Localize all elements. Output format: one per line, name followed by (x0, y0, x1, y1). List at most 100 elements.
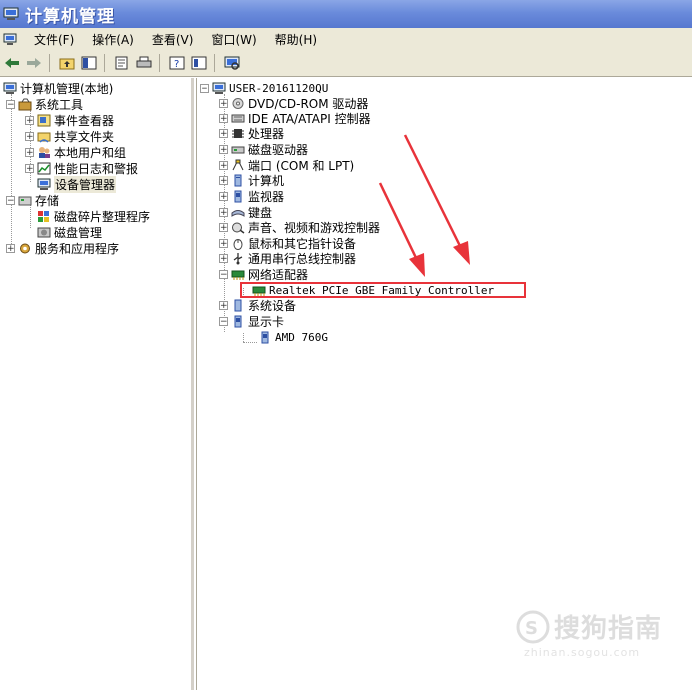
expand-icon[interactable]: + (219, 208, 228, 218)
disk-drive-icon (231, 146, 245, 154)
computer-icon (212, 82, 226, 94)
toolbar-separator (49, 54, 50, 72)
console-tree-pane[interactable]: 计算机管理(本地) − 系统工具 + 事件查看器 + 共享文件夹 + 本地用户和… (0, 78, 194, 690)
collapse-icon[interactable]: − (219, 317, 228, 327)
device-category-computer[interactable]: + 计算机 (219, 173, 284, 188)
menu-action[interactable]: 操作(A) (83, 31, 143, 48)
storage-icon (18, 196, 32, 206)
tree-item-device-manager[interactable]: 设备管理器 (25, 176, 117, 193)
expand-icon[interactable]: + (6, 244, 15, 254)
properties-button[interactable] (112, 53, 132, 73)
category-label: 处理器 (248, 127, 285, 141)
menu-file[interactable]: 文件(F) (25, 31, 83, 48)
forward-icon (27, 58, 41, 68)
device-item-amd-760g[interactable]: AMD 760G (258, 330, 328, 345)
forward-button[interactable] (24, 53, 44, 73)
device-category-keyboard[interactable]: + 键盘 (219, 205, 272, 220)
tree-item-shared-folders[interactable]: + 共享文件夹 (25, 129, 114, 144)
tree-label: 磁盘碎片整理程序 (54, 210, 151, 224)
tree-label: 性能日志和警报 (54, 162, 139, 176)
tree-item-disk-defragmenter[interactable]: 磁盘碎片整理程序 (25, 209, 150, 224)
device-category-system-devices[interactable]: + 系统设备 (219, 298, 296, 313)
device-category-display-adapters[interactable]: − 显示卡 (219, 314, 284, 329)
expand-icon[interactable]: + (219, 99, 228, 109)
computer-name: USER-20161120QU (229, 82, 329, 95)
show-hide-tree-button[interactable] (79, 53, 99, 73)
help-button[interactable]: ? (167, 53, 187, 73)
tree-item-local-users[interactable]: + 本地用户和组 (25, 145, 126, 160)
tree-item-performance-logs[interactable]: + 性能日志和警报 (25, 161, 138, 176)
show-hide-tree-icon (81, 56, 97, 70)
tree-item-event-viewer[interactable]: + 事件查看器 (25, 113, 114, 128)
watermark-main: 搜狗指南 (554, 614, 663, 644)
tree-label: 事件查看器 (54, 114, 115, 128)
keyboard-icon (231, 210, 245, 217)
device-manager-icon (37, 178, 51, 190)
device-category-network-adapters[interactable]: − 网络适配器 (219, 267, 308, 282)
device-tree-pane[interactable]: − USER-20161120QU + DVD/CD-ROM 驱动器 + IDE… (196, 78, 692, 690)
monitor-icon (234, 190, 242, 203)
tree-item-disk-management[interactable]: 磁盘管理 (25, 225, 102, 240)
device-tree-root[interactable]: − USER-20161120QU (200, 81, 328, 96)
menu-view[interactable]: 查看(V) (143, 31, 203, 48)
expand-icon[interactable]: + (219, 129, 228, 139)
annotation-highlight-box (240, 282, 526, 298)
network-adapter-icon (231, 270, 245, 280)
collapse-icon[interactable]: − (6, 100, 15, 110)
expand-icon[interactable]: + (219, 176, 228, 186)
collapse-icon[interactable]: − (6, 196, 15, 206)
menu-bar: 文件(F) 操作(A) 查看(V) 窗口(W) 帮助(H) (0, 28, 692, 51)
help-topics-button[interactable] (189, 53, 209, 73)
title-bar: 计算机管理 (0, 0, 692, 28)
device-category-monitors[interactable]: + 监视器 (219, 189, 284, 204)
expand-icon[interactable]: + (219, 239, 228, 249)
expand-icon[interactable]: + (219, 114, 228, 124)
device-category-ports[interactable]: + 端口 (COM 和 LPT) (219, 158, 354, 173)
computer-icon (234, 174, 242, 187)
expand-icon[interactable]: + (219, 254, 228, 264)
category-label: 计算机 (248, 174, 285, 188)
device-category-processor[interactable]: + 处理器 (219, 126, 284, 141)
performance-icon (37, 162, 51, 175)
tree-label: 共享文件夹 (54, 130, 115, 144)
device-category-ide[interactable]: + IDE ATA/ATAPI 控制器 (219, 111, 371, 126)
expand-icon[interactable]: + (25, 116, 34, 126)
computer-icon (3, 82, 17, 94)
device-category-sound[interactable]: + 声音、视频和游戏控制器 (219, 220, 380, 235)
help-topics-icon (191, 56, 207, 70)
device-label: AMD 760G (275, 331, 328, 344)
back-button[interactable] (2, 53, 22, 73)
menu-help[interactable]: 帮助(H) (266, 31, 326, 48)
tree-item-storage[interactable]: − 存储 (6, 193, 59, 208)
tree-item-services-applications[interactable]: + 服务和应用程序 (6, 241, 119, 256)
properties-icon (115, 56, 128, 70)
print-button[interactable] (134, 53, 154, 73)
collapse-icon[interactable]: − (200, 84, 209, 94)
tree-label: 存储 (35, 194, 60, 208)
tree-item-system-tools[interactable]: − 系统工具 (6, 97, 83, 112)
device-category-mouse[interactable]: + 鼠标和其它指针设备 (219, 236, 356, 251)
category-label: 监视器 (248, 190, 285, 204)
menu-window[interactable]: 窗口(W) (202, 31, 265, 48)
scan-hardware-button[interactable] (222, 53, 242, 73)
expand-icon[interactable]: + (219, 192, 228, 202)
up-button[interactable] (57, 53, 77, 73)
expand-icon[interactable]: + (25, 164, 34, 174)
expand-icon[interactable]: + (25, 132, 34, 142)
help-icon: ? (169, 56, 185, 70)
collapse-icon[interactable]: − (219, 270, 228, 280)
category-label: 声音、视频和游戏控制器 (248, 221, 381, 235)
services-icon (20, 243, 30, 254)
expand-icon[interactable]: + (25, 148, 34, 158)
expand-icon[interactable]: + (219, 301, 228, 311)
toolbar-separator (159, 54, 160, 72)
tree-item-computer-management[interactable]: 计算机管理(本地) (3, 81, 113, 96)
expand-icon[interactable]: + (219, 161, 228, 171)
device-category-disk-drives[interactable]: + 磁盘驱动器 (219, 142, 308, 157)
system-menu-icon[interactable] (3, 33, 17, 45)
expand-icon[interactable]: + (219, 145, 228, 155)
expand-icon[interactable]: + (219, 223, 228, 233)
sound-icon (232, 222, 245, 234)
device-category-dvd[interactable]: + DVD/CD-ROM 驱动器 (219, 96, 368, 111)
device-category-usb[interactable]: + 通用串行总线控制器 (219, 251, 356, 266)
